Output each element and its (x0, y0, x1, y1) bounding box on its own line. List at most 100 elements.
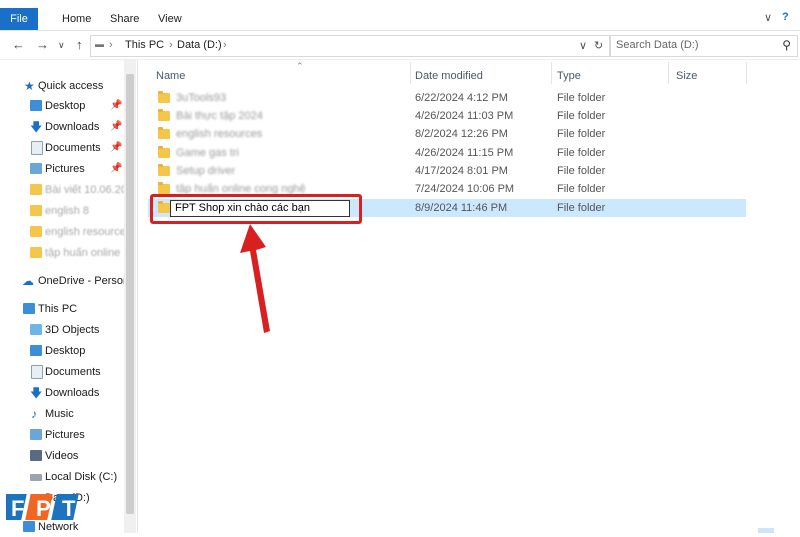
search-box[interactable]: Search Data (D:) ⚲ (610, 35, 798, 57)
sidebar-item-music[interactable]: ♪ Music (0, 404, 124, 424)
sidebar-item-folder[interactable]: english 8 (0, 201, 124, 221)
breadcrumb-separator-icon: › (223, 39, 227, 51)
music-icon: ♪ (31, 407, 37, 421)
file-date: 8/9/2024 11:46 PM (415, 202, 508, 214)
address-field[interactable]: ▬ › This PC › Data (D:) › ∨ ↻ (90, 35, 610, 57)
sidebar-label: Documents (45, 366, 101, 378)
tab-share[interactable]: Share (110, 8, 139, 30)
up-arrow-icon[interactable]: ↑ (76, 37, 83, 52)
cloud-icon: ☁ (22, 274, 34, 288)
pin-icon[interactable]: 📌 (110, 159, 122, 179)
sidebar-item-videos[interactable]: Videos (0, 446, 124, 466)
address-dropdown-icon[interactable]: ∨ (579, 39, 587, 52)
column-divider[interactable] (410, 62, 411, 84)
pictures-icon (30, 163, 42, 174)
file-date: 4/26/2024 11:15 PM (415, 147, 514, 159)
pin-icon[interactable]: 📌 (110, 117, 122, 137)
sidebar-onedrive[interactable]: ☁ OneDrive - Person (0, 271, 124, 291)
sidebar-item-downloads[interactable]: 🡇 Downloads (0, 383, 124, 403)
file-date: 8/2/2024 12:26 PM (415, 128, 508, 140)
tab-file[interactable]: File (0, 8, 38, 30)
sidebar-label: OneDrive - Person (38, 275, 124, 287)
file-name: Game gas tri (176, 147, 239, 159)
breadcrumb-separator-icon: › (169, 39, 173, 51)
file-type: File folder (557, 183, 606, 195)
column-divider[interactable] (746, 62, 747, 84)
sidebar-item-pictures[interactable]: Pictures (0, 425, 124, 445)
sidebar-this-pc[interactable]: This PC (0, 299, 124, 319)
folder-icon (30, 226, 42, 237)
forward-arrow-icon[interactable]: → (36, 37, 49, 52)
breadcrumb-data-d[interactable]: Data (D:) (177, 39, 222, 51)
folder-icon (158, 182, 170, 194)
column-header-date[interactable]: Date modified (415, 66, 483, 86)
recent-dropdown-icon[interactable]: ∨ (58, 40, 65, 51)
sidebar-label: Local Disk (C:) (45, 471, 118, 483)
folder-icon (158, 109, 170, 121)
sidebar-item-desktop[interactable]: Desktop 📌 (0, 96, 124, 116)
sidebar-label: tập huấn online (45, 247, 121, 259)
sidebar-item-desktop[interactable]: Desktop (0, 341, 124, 361)
desktop-icon (30, 100, 42, 111)
view-toggle-details[interactable] (758, 528, 774, 533)
file-date: 6/22/2024 4:12 PM (415, 92, 508, 104)
sidebar-item-folder[interactable]: tập huấn online (0, 243, 124, 263)
file-list: Name ⌃ Date modified Type Size 3uTools93… (138, 60, 800, 533)
pin-icon[interactable]: 📌 (110, 96, 122, 116)
scrollbar-thumb[interactable] (126, 74, 134, 514)
table-row[interactable]: Bài thực tập 2024 4/26/2024 11:03 PM Fil… (148, 107, 746, 125)
sidebar-item-folder[interactable]: Bài viết 10.06.2024 (0, 180, 124, 200)
table-row[interactable]: Game gas tri 4/26/2024 11:15 PM File fol… (148, 144, 746, 162)
column-divider[interactable] (551, 62, 552, 84)
column-header-size[interactable]: Size (676, 66, 697, 86)
fpt-shop-logo: F P T Shop (6, 494, 124, 521)
refresh-icon[interactable]: ↻ (594, 39, 603, 52)
tab-view[interactable]: View (158, 8, 182, 30)
folder-icon (158, 91, 170, 103)
breadcrumb-this-pc[interactable]: This PC (125, 39, 164, 51)
disk-icon (30, 474, 42, 481)
sidebar-scrollbar[interactable] (124, 60, 136, 533)
file-type: File folder (557, 92, 606, 104)
ribbon: File Home Share View ∨ ? (0, 8, 800, 31)
search-icon[interactable]: ⚲ (782, 38, 791, 52)
column-header-name[interactable]: Name ⌃ (156, 61, 406, 86)
sidebar-item-downloads[interactable]: 🡇 Downloads 📌 (0, 117, 124, 137)
sidebar-label: Music (45, 408, 74, 420)
tab-home[interactable]: Home (62, 8, 91, 30)
sidebar-item-documents[interactable]: Documents (0, 362, 124, 382)
sidebar-label: english resources (45, 226, 124, 238)
sidebar-item-local-disk[interactable]: Local Disk (C:) (0, 467, 124, 487)
chevron-down-icon[interactable]: ∨ (764, 11, 772, 24)
column-divider[interactable] (668, 62, 669, 84)
sidebar-label: Desktop (45, 345, 86, 357)
file-name: english resources (176, 128, 263, 140)
file-type: File folder (557, 202, 606, 214)
table-row[interactable]: 3uTools93 6/22/2024 4:12 PM File folder (148, 89, 746, 107)
file-type: File folder (557, 128, 606, 140)
sidebar-label: Desktop (45, 100, 86, 112)
cube-icon (30, 324, 42, 335)
pin-icon[interactable]: 📌 (110, 138, 122, 158)
svg-text:F: F (11, 496, 24, 521)
file-date: 4/26/2024 11:03 PM (415, 110, 514, 122)
sidebar-item-folder[interactable]: english resources (0, 222, 124, 242)
search-placeholder: Search Data (D:) (616, 39, 699, 51)
sidebar-quick-access[interactable]: ★ Quick access (0, 76, 124, 96)
sidebar-item-3d-objects[interactable]: 3D Objects (0, 320, 124, 340)
back-arrow-icon[interactable]: ← (12, 37, 25, 52)
column-header-type[interactable]: Type (557, 66, 581, 86)
table-row[interactable]: english resources 8/2/2024 12:26 PM File… (148, 125, 746, 143)
table-row[interactable]: Setup driver 4/17/2024 8:01 PM File fold… (148, 162, 746, 180)
video-icon (30, 450, 42, 461)
folder-icon (30, 247, 42, 258)
folder-icon (158, 146, 170, 158)
folder-icon (30, 205, 42, 216)
file-name: Setup driver (176, 165, 236, 177)
svg-text:T: T (62, 496, 76, 521)
sidebar-label: english 8 (45, 205, 90, 217)
help-icon[interactable]: ? (782, 11, 789, 23)
breadcrumb-separator-icon: › (109, 39, 113, 51)
sidebar-item-documents[interactable]: Documents 📌 (0, 138, 124, 158)
sidebar-item-pictures[interactable]: Pictures 📌 (0, 159, 124, 179)
